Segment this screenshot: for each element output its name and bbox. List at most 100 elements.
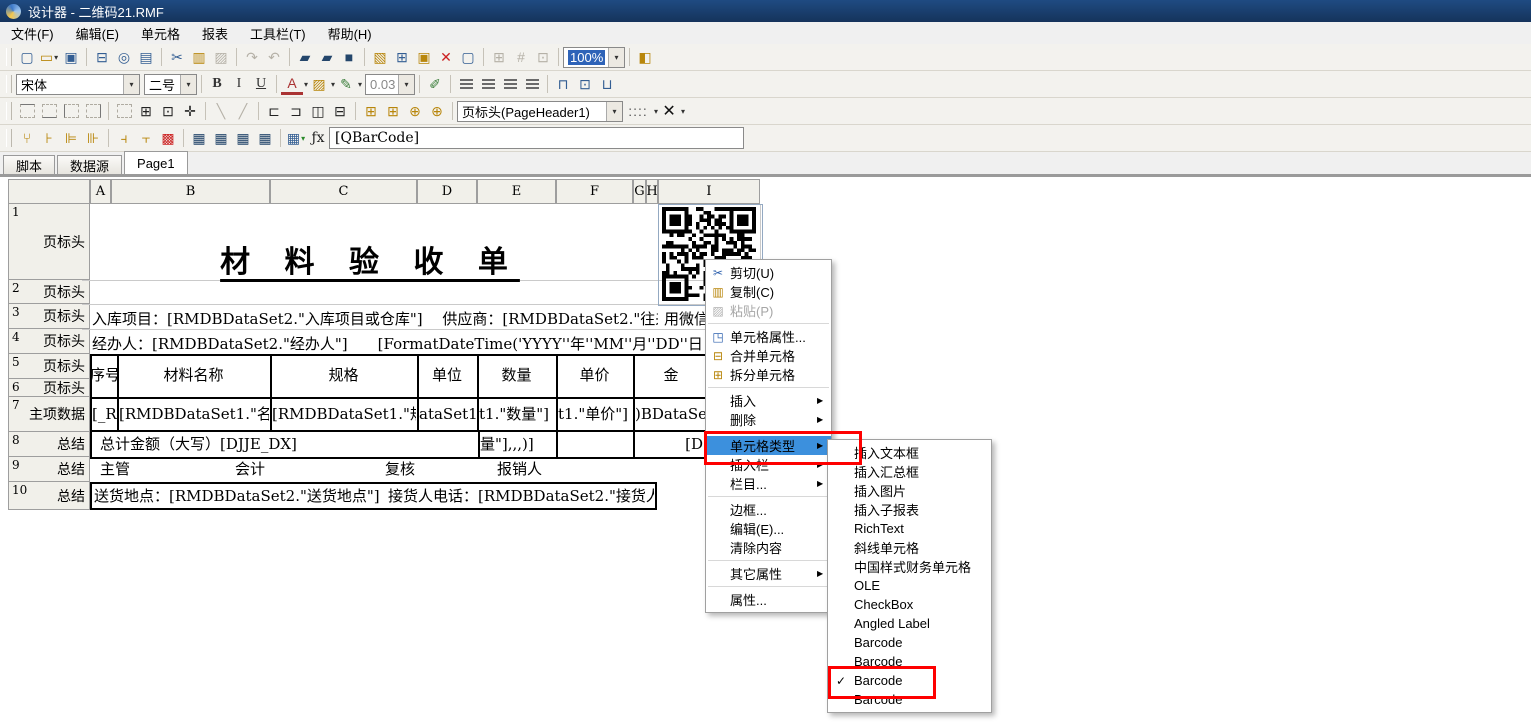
menu-toolbars[interactable]: 工具栏(T) [239, 22, 317, 45]
submenu-item-angled-label[interactable]: Angled Label [828, 614, 991, 633]
insert-row-button[interactable]: ⊞ [360, 100, 382, 122]
report-title-cell[interactable]: 材 料 验 收 单 [90, 237, 650, 281]
title-bar[interactable]: 设计器 - 二维码21.RMF [0, 0, 1531, 22]
border-top-button[interactable] [16, 100, 38, 122]
delete-cells-button[interactable]: ✕ [658, 100, 680, 122]
row-header-4[interactable]: 4页标头 [8, 329, 90, 354]
total-right-cell[interactable]: [D [633, 432, 703, 457]
total-amount-cell[interactable]: 总计金额（大写）[DJJE_DX] [100, 432, 470, 457]
page-band-2-button[interactable]: ▦ [210, 127, 232, 149]
header-cell-seq[interactable]: 序号 [90, 354, 117, 397]
exit-designer-button[interactable]: ◧ [634, 46, 656, 68]
new-report-button[interactable]: ▧ [369, 46, 391, 68]
menu-item-border[interactable]: 边框... [706, 500, 831, 519]
align-justify-button[interactable] [521, 73, 543, 95]
fill-color-button[interactable]: ▨ [308, 73, 330, 95]
submenu-item-richtext[interactable]: RichText [828, 519, 991, 538]
split-col-button[interactable]: ⊫ [60, 127, 82, 149]
border-left-button[interactable] [60, 100, 82, 122]
menu-cell[interactable]: 单元格 [130, 22, 191, 45]
snap-grid-button[interactable]: # [510, 46, 532, 68]
line-color-dropdown-icon[interactable]: ▾ [358, 80, 362, 89]
menu-item-columns[interactable]: 栏目...▶ [706, 474, 831, 493]
col-header-C[interactable]: C [270, 179, 417, 204]
tab-datasource[interactable]: 数据源 [57, 155, 122, 174]
cell-grid-button[interactable]: ⊡ [532, 46, 554, 68]
header-cell-amount[interactable]: 金 [633, 354, 709, 397]
submenu-item-barcode-2[interactable]: Barcode [828, 652, 991, 671]
row-header-10[interactable]: 10总结 [8, 482, 90, 510]
menu-item-paste[interactable]: ▨粘贴(P) [706, 301, 831, 320]
tab-script[interactable]: 脚本 [3, 155, 55, 174]
menu-file[interactable]: 文件(F) [0, 22, 65, 45]
border-bottom-button[interactable] [38, 100, 60, 122]
append-row-button[interactable]: ⊕ [404, 100, 426, 122]
band-selector-dropdown-icon[interactable]: ▾ [606, 102, 622, 121]
redo-button[interactable]: ↷ [241, 46, 263, 68]
page-band-3-button[interactable]: ▦ [232, 127, 254, 149]
border-width-dropdown-icon[interactable]: ▾ [398, 75, 414, 94]
zoom-dropdown-icon[interactable]: ▾ [608, 48, 624, 67]
border-width-combo[interactable]: 0.03 ▾ [365, 74, 415, 95]
tab-page1[interactable]: Page1 [124, 151, 188, 174]
submenu-item-ole[interactable]: OLE [828, 576, 991, 595]
sign-cell-manager[interactable]: 主管 [100, 457, 160, 482]
detail-cell-price[interactable]: t1."单价"] [558, 397, 632, 432]
align-right-button[interactable] [499, 73, 521, 95]
toolbar-grip[interactable] [6, 48, 12, 66]
submenu-item-insert-image[interactable]: 插入图片 [828, 481, 991, 500]
same-width-button[interactable]: ⊏ [263, 100, 285, 122]
row-header-5[interactable]: 5页标头 [8, 354, 90, 379]
row-header-7[interactable]: 7主项数据 [8, 397, 90, 432]
format-painter-button[interactable]: ✐ [424, 73, 446, 95]
align-left-button[interactable] [455, 73, 477, 95]
delivery-address-cell[interactable]: 送货地点：[RMDBDataSet2."送货地点"] [94, 482, 384, 510]
delete-cells-dropdown-icon[interactable]: ▾ [681, 107, 685, 116]
print-button[interactable]: ⊟ [91, 46, 113, 68]
fit-height-button[interactable]: ⊟ [329, 100, 351, 122]
formula-fx-button[interactable]: ƒx [307, 127, 329, 149]
cut-button[interactable]: ✂ [166, 46, 188, 68]
menu-help[interactable]: 帮助(H) [317, 22, 383, 45]
menu-item-edit[interactable]: 编辑(E)... [706, 519, 831, 538]
split-row-button[interactable]: ⑂ [16, 127, 38, 149]
border-outer-button[interactable]: ⊡ [157, 100, 179, 122]
same-height-button[interactable]: ⊐ [285, 100, 307, 122]
menu-item-clear-content[interactable]: 清除内容 [706, 538, 831, 557]
save-button[interactable]: ▣ [60, 46, 82, 68]
receiver-phone-cell[interactable]: 接货人电话：[RMDBDataSet2."接货人电话"] [388, 482, 654, 510]
col-header-A[interactable]: A [90, 179, 111, 204]
open-dropdown-icon[interactable]: ▾ [54, 53, 58, 62]
new-file-button[interactable]: ▢ [16, 46, 38, 68]
diagonal-down-button[interactable]: ╲ [210, 100, 232, 122]
col-header-B[interactable]: B [111, 179, 270, 204]
grid-corner-cell[interactable] [8, 179, 90, 204]
col-header-F[interactable]: F [556, 179, 633, 204]
border-all-button[interactable]: ⊞ [135, 100, 157, 122]
header-cell-spec[interactable]: 规格 [270, 354, 417, 397]
menu-item-cell-properties[interactable]: ◳单元格属性... [706, 327, 831, 346]
paste-button[interactable]: ▨ [210, 46, 232, 68]
submenu-item-insert-textbox[interactable]: 插入文本框 [828, 443, 991, 462]
menu-item-insert[interactable]: 插入▶ [706, 391, 831, 410]
delete-band-button[interactable]: ▩ [157, 127, 179, 149]
row-header-3[interactable]: 3页标头 [8, 304, 90, 329]
submenu-item-chinese-finance-cell[interactable]: 中国样式财务单元格 [828, 557, 991, 576]
formula-input[interactable]: [QBarCode] [329, 127, 744, 149]
add-page-button[interactable]: ▣ [413, 46, 435, 68]
col-header-D[interactable]: D [417, 179, 477, 204]
submenu-item-checkbox[interactable]: CheckBox [828, 595, 991, 614]
fill-region-button[interactable]: ■ [338, 46, 360, 68]
toolbar-grip[interactable] [6, 129, 12, 147]
send-backward-button[interactable]: ▰ [316, 46, 338, 68]
valign-middle-button[interactable]: ⊡ [574, 73, 596, 95]
insert-col-button[interactable]: ⊞ [382, 100, 404, 122]
open-file-button[interactable]: ▭▾ [38, 46, 60, 68]
submenu-item-barcode-4[interactable]: Barcode [828, 690, 991, 709]
cell-reference-button[interactable]: ▦▾ [285, 127, 307, 149]
submenu-item-insert-subreport[interactable]: 插入子报表 [828, 500, 991, 519]
col-header-I[interactable]: I [658, 179, 760, 204]
menu-edit[interactable]: 编辑(E) [65, 22, 130, 45]
detail-cell-name[interactable]: [RMDBDataSet1."名称"] [119, 397, 269, 432]
menu-item-insert-band[interactable]: 插入栏▶ [706, 455, 831, 474]
